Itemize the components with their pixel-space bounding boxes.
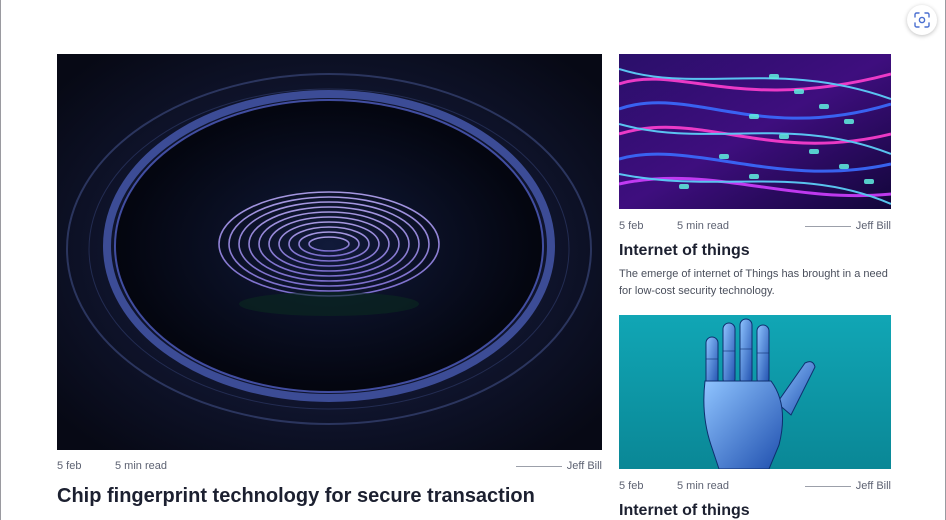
article-image[interactable] bbox=[619, 315, 891, 469]
focus-scan-icon bbox=[914, 12, 930, 28]
article-date: 5 feb bbox=[619, 480, 644, 492]
author-divider bbox=[515, 465, 562, 467]
article-date: 5 feb bbox=[619, 220, 644, 232]
article-image[interactable] bbox=[619, 54, 891, 209]
article-read-time: 5 min read bbox=[677, 220, 729, 232]
article-title[interactable]: Internet of things bbox=[619, 242, 750, 260]
article-author[interactable]: Jeff Bill bbox=[567, 460, 602, 472]
article-read-time: 5 min read bbox=[115, 460, 167, 472]
featured-article-meta: 5 feb 5 min read Jeff Bill bbox=[57, 460, 602, 472]
article-title[interactable]: Internet of things bbox=[619, 502, 750, 520]
featured-article-title[interactable]: Chip fingerprint technology for secure t… bbox=[57, 485, 535, 508]
scan-button[interactable] bbox=[907, 5, 937, 35]
article-meta: 5 feb 5 min read Jeff Bill bbox=[619, 220, 891, 232]
author-divider bbox=[804, 225, 851, 227]
article-meta: 5 feb 5 min read Jeff Bill bbox=[619, 480, 891, 492]
article-author[interactable]: Jeff Bill bbox=[856, 480, 891, 492]
article-read-time: 5 min read bbox=[677, 480, 729, 492]
author-divider bbox=[804, 485, 851, 487]
featured-article-image[interactable] bbox=[57, 54, 602, 450]
article-author[interactable]: Jeff Bill bbox=[856, 220, 891, 232]
article-date: 5 feb bbox=[57, 460, 82, 472]
article-description: The emerge of internet of Things has bro… bbox=[619, 268, 888, 297]
